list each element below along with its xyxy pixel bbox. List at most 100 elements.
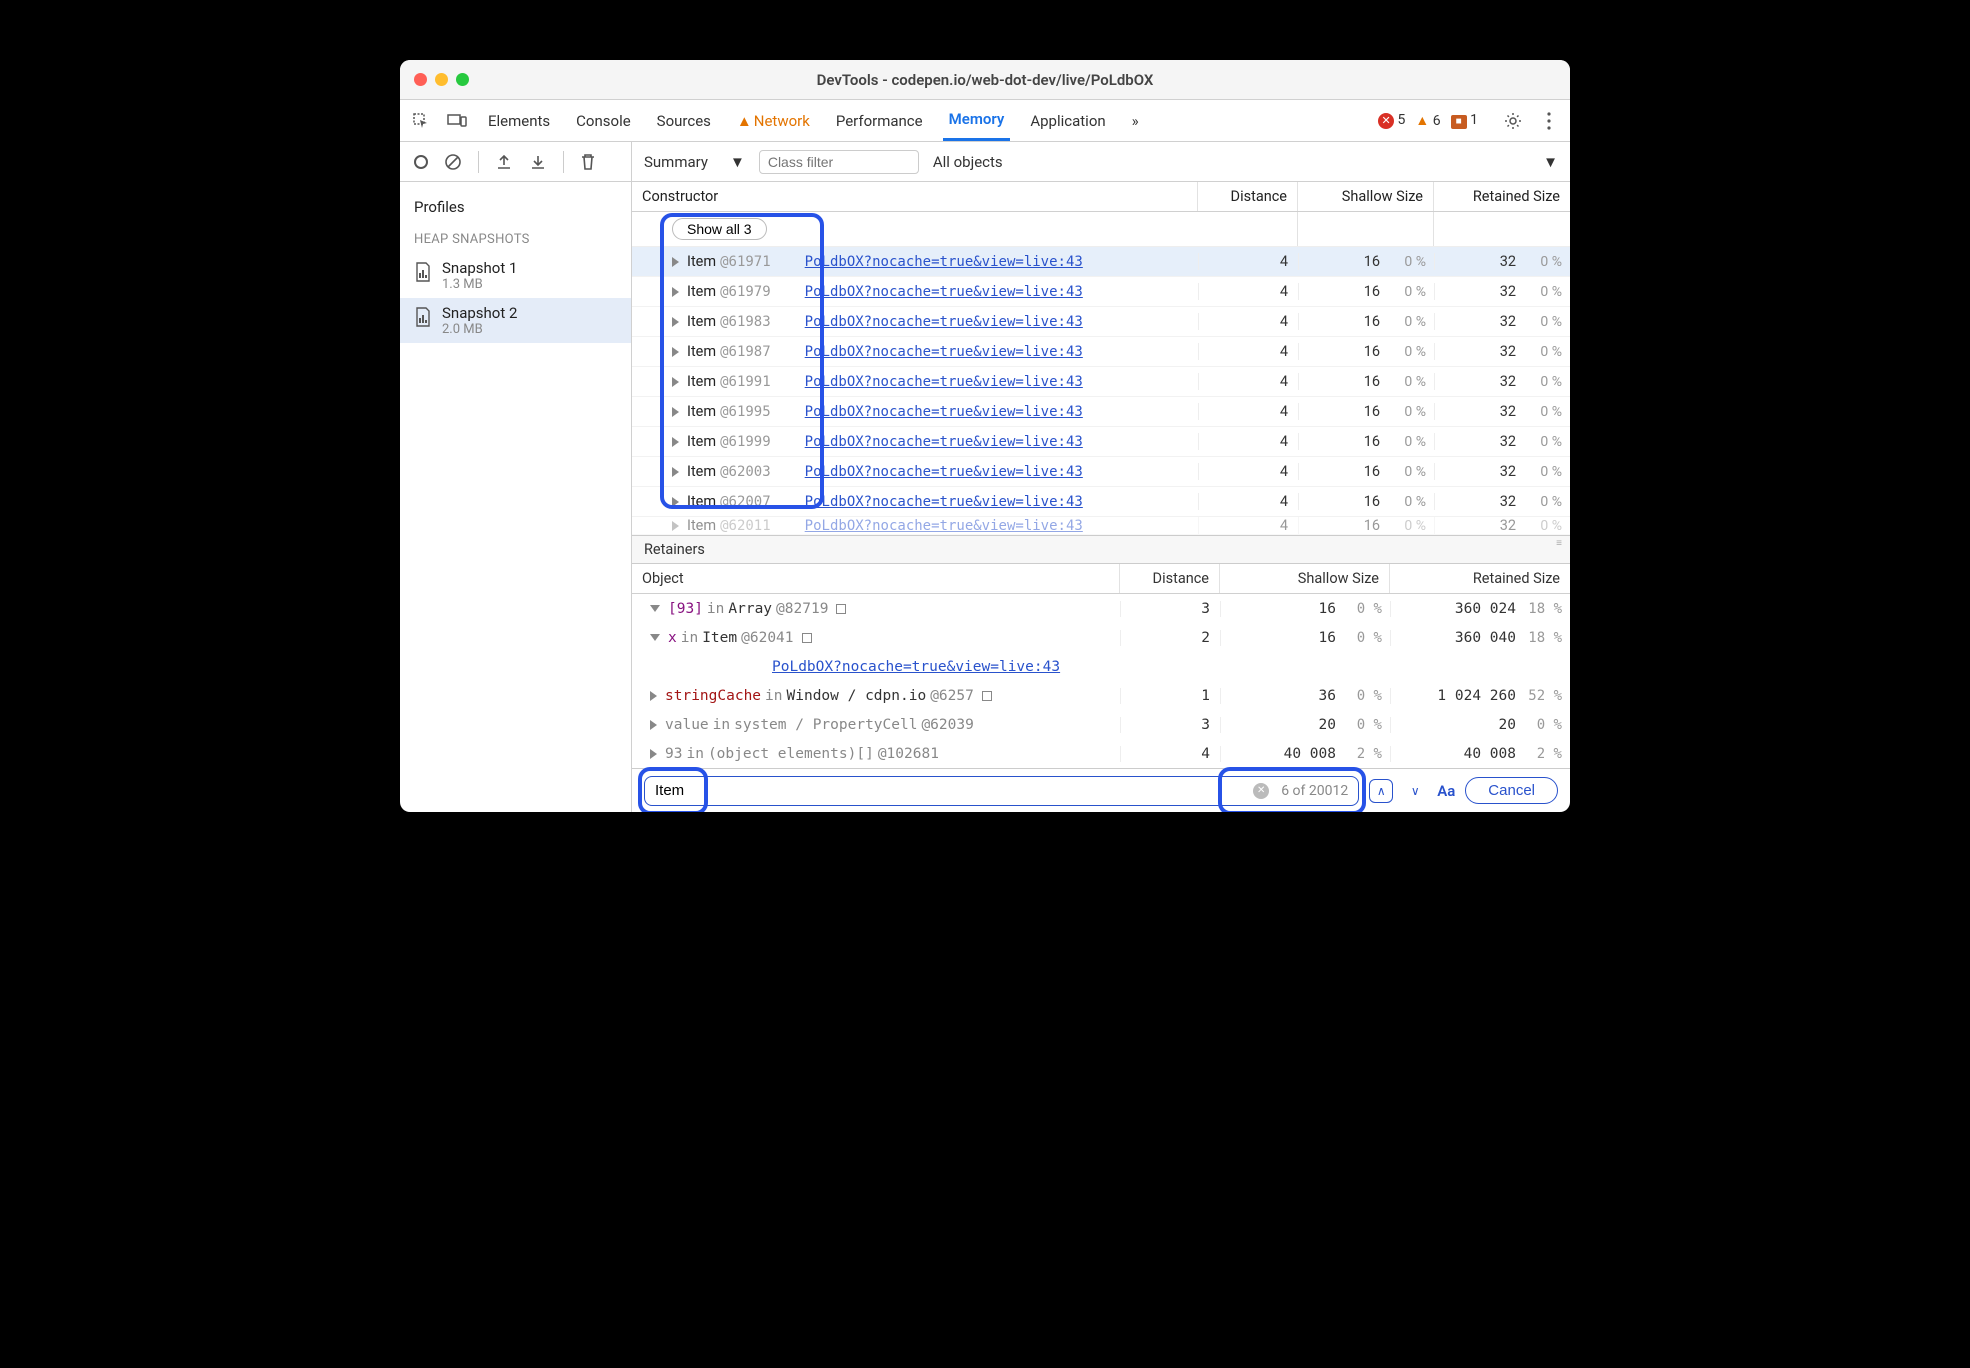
expand-icon[interactable] (672, 317, 679, 327)
table-row[interactable]: Item @61999PoLdbOX?nocache=true&view=liv… (632, 427, 1570, 457)
expand-icon[interactable] (650, 634, 660, 641)
table-row[interactable]: Item @61979PoLdbOX?nocache=true&view=liv… (632, 277, 1570, 307)
table-row[interactable]: Item @62011PoLdbOX?nocache=true&view=liv… (632, 517, 1570, 535)
table-row[interactable]: Item @62003PoLdbOX?nocache=true&view=liv… (632, 457, 1570, 487)
tab-elements[interactable]: Elements (482, 100, 556, 141)
expand-icon[interactable] (672, 521, 679, 531)
snapshot-item[interactable]: Snapshot 2 2.0 MB (400, 298, 631, 343)
source-link[interactable]: PoLdbOX?nocache=true&view=live:43 (805, 434, 1083, 450)
th-retained[interactable]: Retained Size (1434, 182, 1570, 211)
table-row[interactable]: Item @62007PoLdbOX?nocache=true&view=liv… (632, 487, 1570, 517)
cell-shallow: 160 % (1298, 373, 1434, 390)
item-name: Item (687, 313, 716, 330)
rth-object[interactable]: Object (632, 564, 1120, 593)
summary-dropdown[interactable]: Summary ▼ (644, 153, 745, 171)
record-icon[interactable] (414, 155, 428, 169)
table-row[interactable]: Item @61971PoLdbOX?nocache=true&view=liv… (632, 247, 1570, 277)
expand-icon[interactable] (650, 691, 657, 701)
cell-distance: 4 (1198, 433, 1298, 450)
table-row[interactable]: Item @61995PoLdbOX?nocache=true&view=liv… (632, 397, 1570, 427)
th-distance[interactable]: Distance (1198, 182, 1298, 211)
source-link[interactable]: PoLdbOX?nocache=true&view=live:43 (805, 284, 1083, 300)
clear-icon[interactable] (444, 153, 462, 171)
rth-distance[interactable]: Distance (1120, 564, 1220, 593)
expand-icon[interactable] (672, 437, 679, 447)
source-link[interactable]: PoLdbOX?nocache=true&view=live:43 (772, 659, 1060, 675)
tab-more[interactable]: » (1126, 100, 1145, 141)
snapshot-icon (414, 261, 432, 283)
expand-icon[interactable] (672, 347, 679, 357)
table-row[interactable]: Item @61991PoLdbOX?nocache=true&view=liv… (632, 367, 1570, 397)
drag-handle-icon[interactable]: ≡ (1556, 542, 1562, 546)
expand-icon[interactable] (650, 605, 660, 612)
expand-icon[interactable] (672, 497, 679, 507)
delete-icon[interactable] (580, 153, 596, 171)
search-next-icon[interactable]: ∨ (1403, 779, 1427, 803)
cell-distance: 4 (1198, 343, 1298, 360)
expand-icon[interactable] (650, 749, 657, 759)
source-link[interactable]: PoLdbOX?nocache=true&view=live:43 (805, 254, 1083, 270)
tab-console[interactable]: Console (570, 100, 637, 141)
tab-sources[interactable]: Sources (651, 100, 717, 141)
warning-badge[interactable]: ▲ 6 (1415, 112, 1440, 129)
retainers-header[interactable]: Retainers ≡ (632, 535, 1570, 564)
retainer-row[interactable]: 93 in (object elements)[] @102681 4 40 0… (632, 739, 1570, 768)
device-icon[interactable] (446, 110, 468, 132)
gear-icon[interactable] (1502, 110, 1524, 132)
inspect-icon[interactable] (410, 110, 432, 132)
table-row[interactable]: Item @61983 PoLdbOX?nocache=true&view=liv… (632, 307, 1570, 337)
cell-distance: 4 (1198, 253, 1298, 270)
cancel-button[interactable]: Cancel (1465, 777, 1558, 804)
constructors-table-header: Constructor Distance Shallow Size Retain… (632, 182, 1570, 212)
dropdown-arrow-icon[interactable]: ▼ (1543, 153, 1558, 171)
cell-retained: 320 % (1434, 283, 1570, 300)
warning-icon: ▲ (737, 112, 752, 130)
download-icon[interactable] (529, 153, 547, 171)
source-link[interactable]: PoLdbOX?nocache=true&view=live:43 (805, 374, 1083, 390)
cell-distance: 4 (1198, 403, 1298, 420)
source-link[interactable]: PoLdbOX?nocache=true&view=live:43 (805, 404, 1083, 420)
item-id: @62007 (720, 494, 771, 510)
match-case-toggle[interactable]: Aa (1437, 782, 1455, 800)
cell-shallow: 160 % (1298, 493, 1434, 510)
expand-icon[interactable] (672, 257, 679, 267)
th-constructor[interactable]: Constructor (632, 182, 1198, 211)
retainer-row[interactable]: value in system / PropertyCell @62039 3 … (632, 710, 1570, 739)
all-objects-dropdown[interactable]: All objects (933, 153, 1003, 171)
expand-icon[interactable] (672, 467, 679, 477)
snapshot-item[interactable]: Snapshot 1 1.3 MB (400, 253, 631, 298)
expand-icon[interactable] (650, 720, 657, 730)
search-input[interactable] (655, 782, 1253, 799)
expand-icon[interactable] (672, 287, 679, 297)
tab-network[interactable]: ▲Network (731, 100, 816, 141)
cell-shallow: 160 % (1298, 463, 1434, 480)
tab-application[interactable]: Application (1024, 100, 1111, 141)
expand-icon[interactable] (672, 407, 679, 417)
tab-performance[interactable]: Performance (830, 100, 929, 141)
search-prev-icon[interactable]: ∧ (1369, 779, 1393, 803)
source-link[interactable]: PoLdbOX?nocache=true&view=live:43 (805, 344, 1083, 360)
rth-retained[interactable]: Retained Size (1390, 564, 1570, 593)
kebab-icon[interactable] (1538, 110, 1560, 132)
show-all-button[interactable]: Show all 3 (672, 218, 767, 240)
rth-shallow[interactable]: Shallow Size (1220, 564, 1390, 593)
source-link[interactable]: PoLdbOX?nocache=true&view=live:43 (805, 518, 1083, 534)
source-link[interactable]: PoLdbOX?nocache=true&view=live:43 (805, 494, 1083, 510)
expand-icon[interactable] (672, 377, 679, 387)
cell-shallow: 160 % (1298, 403, 1434, 420)
clear-search-icon[interactable]: ✕ (1253, 783, 1269, 799)
source-link[interactable]: PoLdbOX?nocache=true&view=live:43 (805, 314, 1083, 330)
retainer-row[interactable]: [93] in Array @82719 3 160 % 360 02418 % (632, 594, 1570, 623)
class-filter-input[interactable] (759, 150, 919, 174)
issues-badge[interactable]: ■ 1 (1451, 112, 1478, 129)
tab-memory[interactable]: Memory (943, 100, 1011, 141)
error-badge[interactable]: ✕ 5 (1378, 112, 1405, 129)
table-row[interactable]: Item @61987PoLdbOX?nocache=true&view=liv… (632, 337, 1570, 367)
upload-icon[interactable] (495, 153, 513, 171)
item-id: @61991 (720, 374, 771, 390)
source-link[interactable]: PoLdbOX?nocache=true&view=live:43 (805, 464, 1083, 480)
th-shallow[interactable]: Shallow Size (1298, 182, 1434, 211)
retainer-row[interactable]: stringCache in Window / cdpn.io @6257 1 … (632, 681, 1570, 710)
item-id: @61983 (720, 314, 771, 330)
retainer-row[interactable]: x in Item @62041 2 160 % 360 04018 % (632, 623, 1570, 652)
